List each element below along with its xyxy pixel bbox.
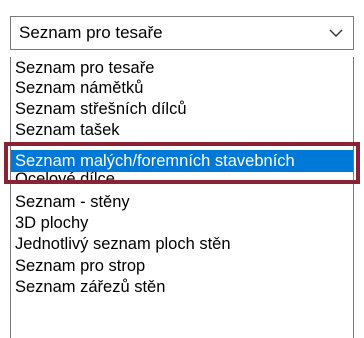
dropdown-list[interactable]: Seznam pro tesaře Seznam námětků Seznam … [10,57,354,338]
chevron-down-icon [329,29,343,37]
list-item-seznam-nametku[interactable]: Seznam námětků [11,77,353,99]
list-item-ocelove-dilce[interactable]: Ocelové dílce [11,171,353,191]
list-item-seznam-pro-tesare[interactable]: Seznam pro tesaře [11,57,353,79]
list-item-jednotlivy-seznam-ploch-sten[interactable]: Jednotlivý seznam ploch stěn [11,233,353,255]
list-type-combobox[interactable]: Seznam pro tesaře [10,16,354,50]
dropdown-button[interactable] [319,17,353,49]
list-item-seznam-zarezu-sten[interactable]: Seznam zářezů stěn [11,276,353,298]
combobox-selected-value: Seznam pro tesaře [19,23,163,42]
list-item-3d-plochy[interactable]: 3D plochy [11,212,353,234]
list-item-seznam-tasek[interactable]: Seznam tašek [11,119,353,135]
list-item-seznam-stresnich-dilcu[interactable]: Seznam střešních dílců [11,98,353,120]
list-item-seznam-malych-foremnich-stavebnich[interactable]: Seznam malých/foremních stavebních [11,150,353,172]
list-item-seznam-pro-strop[interactable]: Seznam pro strop [11,255,353,277]
list-item-seznam-steny[interactable]: Seznam - stěny [11,191,353,213]
